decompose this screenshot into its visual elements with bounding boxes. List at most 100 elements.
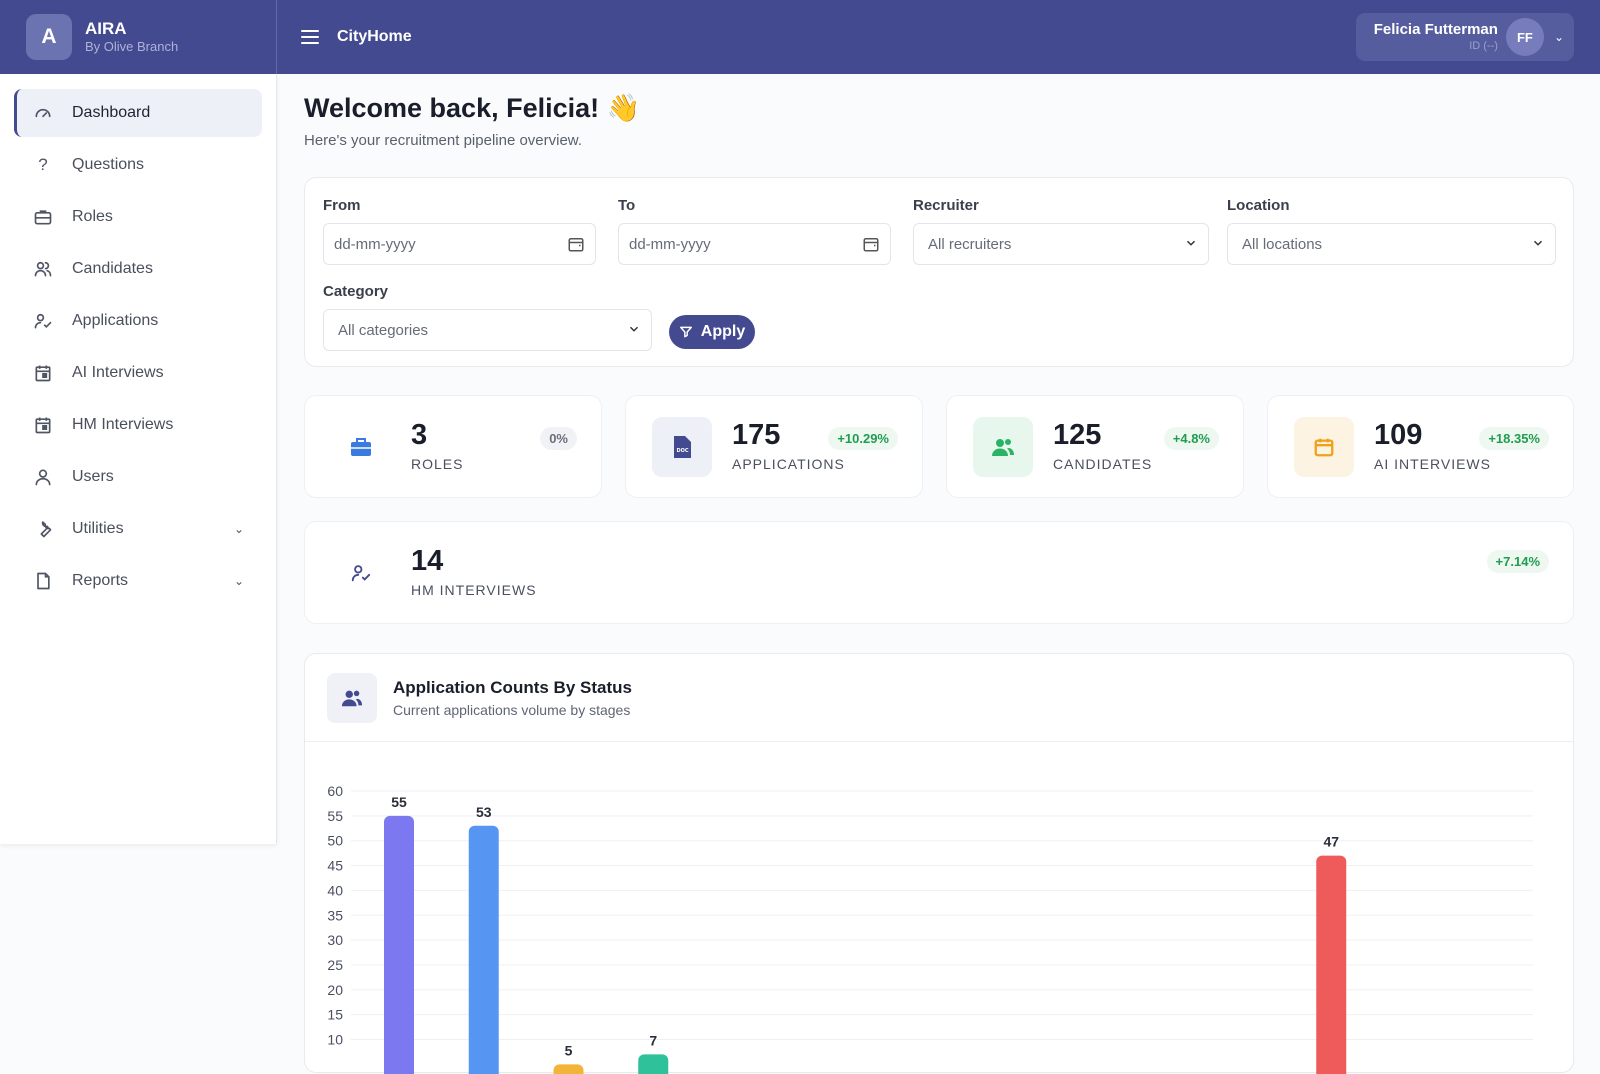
sidebar-item-users[interactable]: Users bbox=[14, 453, 262, 501]
location-select[interactable]: All locations bbox=[1227, 223, 1556, 265]
y-tick-label: 30 bbox=[327, 932, 343, 948]
sidebar-item-hm-interviews[interactable]: HM Interviews bbox=[14, 401, 262, 449]
from-date-input[interactable]: dd-mm-yyyy bbox=[323, 223, 596, 265]
category-filter: Category All categories bbox=[323, 283, 652, 351]
sidebar-item-dashboard[interactable]: Dashboard bbox=[14, 89, 262, 137]
y-tick-label: 40 bbox=[327, 882, 343, 898]
sidebar-item-label: Questions bbox=[72, 156, 145, 173]
calendar-icon bbox=[1294, 416, 1354, 477]
chart-bar[interactable] bbox=[468, 825, 499, 1074]
hamburger-menu-icon[interactable] bbox=[301, 30, 319, 44]
chart-bar[interactable] bbox=[384, 815, 414, 1074]
apply-button[interactable]: Apply bbox=[669, 315, 755, 349]
stat-card-ai-interviews: 109 AI INTERVIEWS +18.35% bbox=[1267, 395, 1574, 498]
calendar-icon bbox=[32, 362, 54, 384]
sidebar-item-label: Roles bbox=[72, 208, 113, 225]
sidebar-item-label: AI Interviews bbox=[72, 364, 164, 381]
recruiter-select[interactable]: All recruiters bbox=[913, 223, 1209, 265]
apply-label: Apply bbox=[700, 323, 746, 340]
stat-card-roles: 3 ROLES 0% bbox=[304, 395, 602, 498]
recruiter-label: Recruiter bbox=[913, 197, 979, 214]
recruiter-filter: Recruiter All recruiters bbox=[913, 197, 1209, 265]
sidebar-item-label: Users bbox=[72, 468, 114, 485]
sidebar-item-candidates[interactable]: Candidates bbox=[14, 245, 262, 293]
user-name: Felicia Futterman bbox=[1373, 20, 1498, 38]
chart-bar[interactable] bbox=[638, 1054, 669, 1074]
chevron-down-icon: ⌄ bbox=[233, 574, 244, 588]
sidebar-item-label: Reports bbox=[72, 572, 129, 589]
bar-value-label: 47 bbox=[1323, 834, 1339, 850]
sidebar-item-label: HM Interviews bbox=[72, 416, 174, 433]
chart-bar[interactable] bbox=[1316, 855, 1347, 1074]
briefcase-icon bbox=[32, 206, 54, 228]
stat-label: ROLES bbox=[411, 456, 464, 472]
stat-value: 14 bbox=[411, 545, 444, 577]
chevron-down-icon bbox=[1531, 236, 1545, 253]
sidebar-item-roles[interactable]: Roles bbox=[14, 193, 262, 241]
calendar-icon[interactable] bbox=[567, 235, 585, 253]
chevron-down-icon bbox=[1184, 236, 1198, 253]
y-tick-label: 55 bbox=[327, 808, 343, 824]
sidebar-item-reports[interactable]: Reports ⌄ bbox=[14, 557, 262, 605]
y-tick-label: 60 bbox=[327, 783, 343, 799]
bar-value-label: 5 bbox=[565, 1042, 573, 1058]
from-date-placeholder: dd-mm-yyyy bbox=[334, 235, 416, 253]
svg-text:DOC: DOC bbox=[676, 448, 688, 454]
brand-subtitle: By Olive Branch bbox=[85, 39, 179, 55]
users-icon bbox=[973, 416, 1033, 477]
document-icon: DOC bbox=[652, 416, 712, 477]
chart-bar[interactable] bbox=[553, 1064, 584, 1074]
calendar-icon[interactable] bbox=[862, 235, 880, 253]
y-tick-label: 15 bbox=[327, 1007, 343, 1023]
category-select[interactable]: All categories bbox=[323, 309, 652, 351]
question-icon: ? bbox=[38, 155, 48, 174]
user-id: ID (--) bbox=[1469, 40, 1498, 53]
wrench-icon bbox=[32, 518, 54, 540]
stat-label: APPLICATIONS bbox=[732, 456, 845, 472]
stat-label: AI INTERVIEWS bbox=[1374, 456, 1491, 472]
sidebar-item-questions[interactable]: ? Questions bbox=[14, 141, 262, 189]
page-title: Welcome back, Felicia! 👋 bbox=[304, 93, 641, 123]
status-badge: +4.8% bbox=[1163, 427, 1219, 450]
user-check-icon bbox=[32, 310, 54, 332]
sidebar-item-applications[interactable]: Applications bbox=[14, 297, 262, 345]
category-label: Category bbox=[323, 283, 389, 300]
status-badge: +10.29% bbox=[828, 427, 898, 450]
stat-label: CANDIDATES bbox=[1053, 456, 1153, 472]
sidebar-item-label: Applications bbox=[72, 312, 159, 329]
from-filter: From dd-mm-yyyy bbox=[323, 197, 596, 265]
bar-value-label: 7 bbox=[649, 1032, 657, 1048]
stat-card-hm-interviews: 14 HM INTERVIEWS +7.14% bbox=[304, 521, 1574, 624]
y-tick-label: 45 bbox=[327, 858, 343, 874]
y-tick-label: 20 bbox=[327, 982, 343, 998]
sidebar-item-ai-interviews[interactable]: AI Interviews bbox=[14, 349, 262, 397]
y-tick-label: 25 bbox=[327, 957, 343, 973]
to-date-input[interactable]: dd-mm-yyyy bbox=[618, 223, 891, 265]
top-bar: A AIRA By Olive Branch CityHome Felicia … bbox=[0, 0, 1600, 74]
chart-title: Application Counts By Status bbox=[393, 677, 632, 697]
chevron-down-icon: ⌄ bbox=[233, 522, 244, 536]
chart-subtitle: Current applications volume by stages bbox=[393, 701, 631, 718]
avatar: FF bbox=[1505, 18, 1544, 56]
to-date-placeholder: dd-mm-yyyy bbox=[629, 235, 711, 253]
users-icon bbox=[32, 258, 54, 280]
status-badge: +18.35% bbox=[1479, 427, 1549, 450]
from-label: From bbox=[323, 197, 361, 214]
users-icon bbox=[327, 672, 377, 723]
app-title: CityHome bbox=[337, 28, 412, 45]
y-tick-label: 35 bbox=[327, 907, 343, 923]
user-menu-button[interactable]: Felicia Futterman ID (--) FF ⌄ bbox=[1356, 13, 1574, 61]
main-content: Welcome back, Felicia! 👋 Here's your rec… bbox=[304, 74, 1574, 627]
sidebar-item-utilities[interactable]: Utilities ⌄ bbox=[14, 505, 262, 553]
page-subtitle: Here's your recruitment pipeline overvie… bbox=[304, 132, 582, 149]
chart-card: Application Counts By Status Current app… bbox=[304, 653, 1574, 1074]
y-tick-label: 10 bbox=[327, 1032, 343, 1048]
sidebar-item-label: Utilities bbox=[72, 520, 124, 537]
brand-logo[interactable]: A bbox=[26, 14, 72, 60]
stat-card-candidates: 125 CANDIDATES +4.8% bbox=[946, 395, 1244, 498]
brand-name: AIRA bbox=[85, 18, 127, 38]
chevron-down-icon: ⌄ bbox=[1553, 30, 1564, 44]
bar-value-label: 55 bbox=[391, 794, 407, 810]
status-badge: +7.14% bbox=[1486, 550, 1549, 573]
location-label: Location bbox=[1227, 197, 1290, 214]
